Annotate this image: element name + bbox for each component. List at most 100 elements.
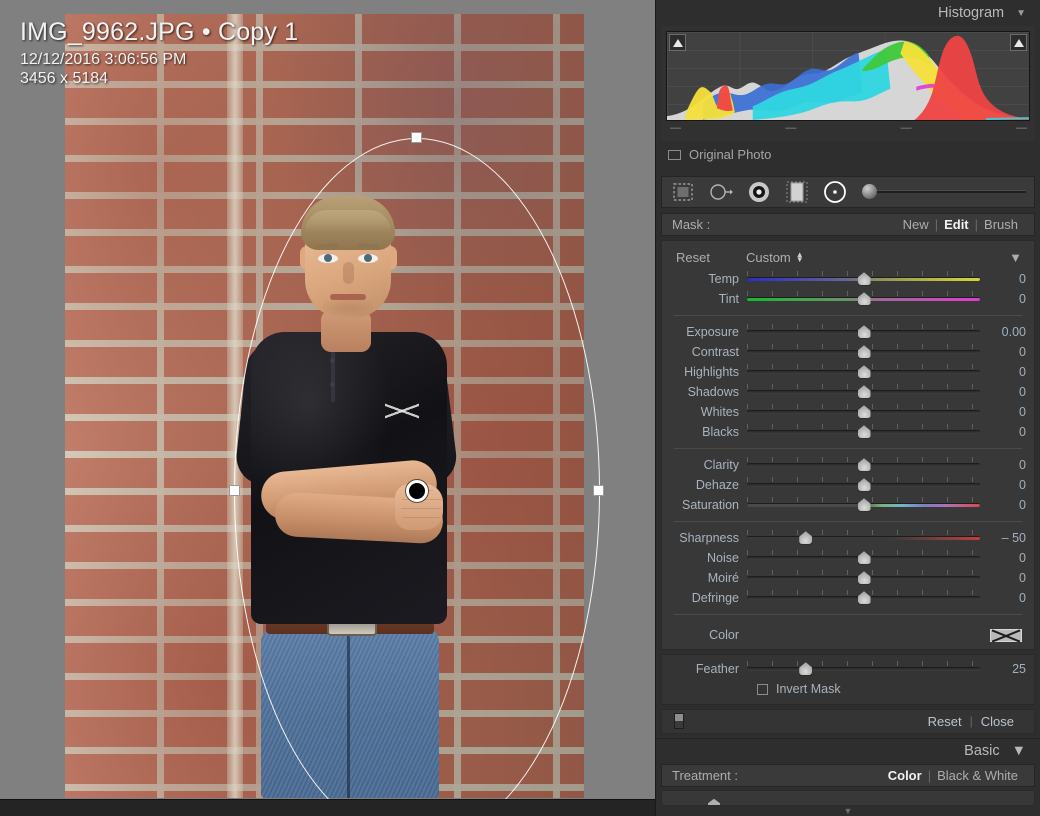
- slider-value[interactable]: 0: [980, 365, 1026, 379]
- color-row: Color: [662, 621, 1034, 649]
- panel-collapse-caret[interactable]: ▼: [656, 806, 1040, 816]
- ellipse-handle-left[interactable]: [229, 485, 240, 496]
- slider-track-area[interactable]: [747, 269, 980, 289]
- divider: [674, 315, 1022, 317]
- slider-value[interactable]: 0: [980, 405, 1026, 419]
- slider-track[interactable]: [747, 667, 980, 672]
- mask-label: Mask :: [672, 216, 711, 232]
- slider-whites[interactable]: Whites 0: [662, 402, 1034, 422]
- subject-chin-shadow: [323, 300, 373, 316]
- chevron-down-icon[interactable]: ▼: [1009, 250, 1022, 265]
- mask-edit-button[interactable]: Edit: [938, 217, 975, 232]
- slider-feather[interactable]: Feather 25: [662, 659, 1034, 679]
- slider-track-area[interactable]: [747, 588, 980, 608]
- photo-preview[interactable]: [65, 14, 584, 798]
- histogram-panel-header[interactable]: Histogram ▼: [656, 0, 1040, 27]
- slider-shadows[interactable]: Shadows 0: [662, 382, 1034, 402]
- mask-brush-button[interactable]: Brush: [978, 217, 1024, 232]
- slider-value[interactable]: 0: [980, 551, 1026, 565]
- slider-track-area[interactable]: [747, 455, 980, 475]
- slider-track-area[interactable]: [747, 548, 980, 568]
- slider-saturation[interactable]: Saturation 0: [662, 495, 1034, 515]
- slider-thumb[interactable]: [708, 798, 720, 805]
- slider-tint[interactable]: Tint 0: [662, 289, 1034, 309]
- slider-track-area[interactable]: [747, 528, 980, 548]
- amount-slider[interactable]: [862, 184, 1026, 200]
- panel-switch-toggle[interactable]: [674, 713, 684, 730]
- slider-track-area[interactable]: [747, 289, 980, 309]
- slider-value[interactable]: 0: [980, 478, 1026, 492]
- amount-track[interactable]: [873, 190, 1026, 194]
- slider-value[interactable]: 0.00: [980, 325, 1026, 339]
- slider-temp[interactable]: Temp 0: [662, 269, 1034, 289]
- slider-value[interactable]: 0: [980, 591, 1026, 605]
- slider-value[interactable]: 0: [980, 385, 1026, 399]
- amount-knob[interactable]: [862, 184, 877, 200]
- reset-button[interactable]: Reset: [920, 714, 970, 729]
- color-label: Color: [709, 628, 739, 643]
- crop-overlay-icon[interactable]: [670, 179, 696, 205]
- chevron-down-icon[interactable]: ▼: [1016, 8, 1026, 19]
- slider-track-area[interactable]: [747, 422, 980, 442]
- slider-exposure[interactable]: Exposure 0.00: [662, 322, 1034, 342]
- slider-track-area[interactable]: [747, 475, 980, 495]
- slider-contrast[interactable]: Contrast 0: [662, 342, 1034, 362]
- treatment-color-button[interactable]: Color: [882, 768, 928, 783]
- slider-value[interactable]: 0: [980, 498, 1026, 512]
- slider-track-area[interactable]: [747, 402, 980, 422]
- invert-mask-row[interactable]: Invert Mask: [662, 679, 1034, 698]
- slider-blacks[interactable]: Blacks 0: [662, 422, 1034, 442]
- slider-track-area[interactable]: [747, 568, 980, 588]
- slider-clarity[interactable]: Clarity 0: [662, 455, 1034, 475]
- ellipse-handle-right[interactable]: [593, 485, 604, 496]
- slider-dehaze[interactable]: Dehaze 0: [662, 475, 1034, 495]
- slider-defringe[interactable]: Defringe 0: [662, 588, 1034, 608]
- highlight-clipping-indicator[interactable]: [1010, 34, 1027, 52]
- slider-value[interactable]: 0: [980, 571, 1026, 585]
- divider: [674, 521, 1022, 523]
- histogram-graph[interactable]: [666, 31, 1030, 122]
- slider-value[interactable]: 0: [980, 458, 1026, 472]
- redeye-correction-icon[interactable]: [746, 179, 772, 205]
- close-button[interactable]: Close: [973, 714, 1022, 729]
- mask-new-button[interactable]: New: [897, 217, 935, 232]
- slider-highlights[interactable]: Highlights 0: [662, 362, 1034, 382]
- ellipse-handle-top[interactable]: [411, 132, 422, 143]
- slider-value[interactable]: 0: [980, 425, 1026, 439]
- shadow-clipping-indicator[interactable]: [669, 34, 686, 52]
- graduated-filter-icon[interactable]: [784, 179, 810, 205]
- spot-removal-icon[interactable]: [708, 179, 734, 205]
- checkbox-icon[interactable]: [757, 683, 768, 695]
- slider-moire[interactable]: Moiré 0: [662, 568, 1034, 588]
- slider-noise[interactable]: Noise 0: [662, 548, 1034, 568]
- radial-filter-pin[interactable]: [406, 480, 428, 502]
- radial-filter-icon[interactable]: [822, 179, 848, 205]
- slider-track-area[interactable]: [747, 322, 980, 342]
- slider-track[interactable]: [747, 536, 980, 541]
- right-panel: Histogram ▼ — — — — Original Photo Mask …: [655, 0, 1040, 816]
- treatment-bw-button[interactable]: Black & White: [931, 768, 1024, 783]
- preset-dropdown[interactable]: Custom ▲ ▼: [746, 250, 804, 265]
- slider-label: Defringe: [691, 591, 739, 606]
- subject-nose: [343, 262, 354, 284]
- slider-value[interactable]: 25: [980, 662, 1026, 676]
- image-canvas[interactable]: IMG_9962.JPG • Copy 1 12/12/2016 3:06:56…: [0, 0, 655, 816]
- basic-partial-slider[interactable]: [661, 789, 1035, 806]
- slider-value[interactable]: – 50: [980, 531, 1026, 545]
- slider-track-area[interactable]: [747, 659, 980, 679]
- chevron-down-icon[interactable]: ▼: [1012, 743, 1026, 759]
- slider-sharpness[interactable]: Sharpness – 50: [662, 528, 1034, 548]
- slider-track-area[interactable]: [747, 362, 980, 382]
- slider-value[interactable]: 0: [980, 272, 1026, 286]
- slider-label: Contrast: [691, 345, 739, 360]
- original-photo-toggle[interactable]: Original Photo: [656, 141, 1040, 170]
- slider-value[interactable]: 0: [980, 292, 1026, 306]
- adjust-reset-button[interactable]: Reset: [676, 250, 710, 265]
- slider-value[interactable]: 0: [980, 345, 1026, 359]
- slider-track-area[interactable]: [747, 382, 980, 402]
- color-swatch-button[interactable]: [990, 628, 1022, 642]
- slider-track-area[interactable]: [747, 495, 980, 515]
- triangle-up-icon: [1013, 38, 1024, 47]
- slider-track-area[interactable]: [747, 342, 980, 362]
- basic-panel-header[interactable]: Basic ▼: [656, 737, 1040, 764]
